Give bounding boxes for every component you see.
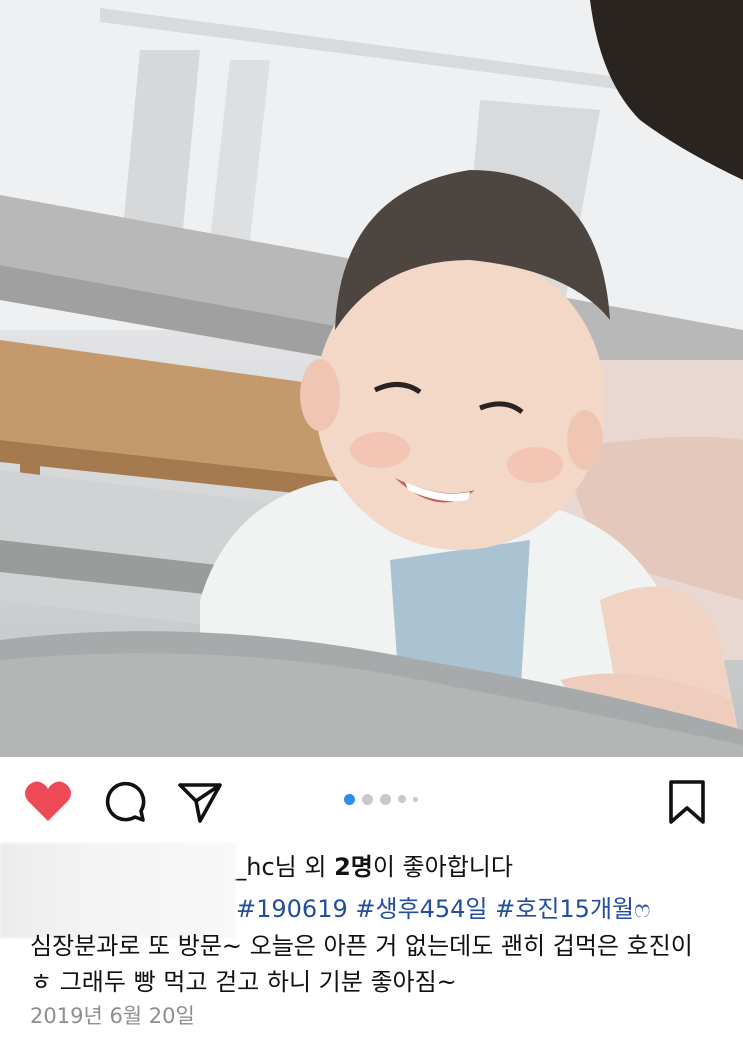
- likes-text-1: 님 외: [274, 853, 335, 881]
- caption-line-2: ㅎ 그래두 빵 먹고 걷고 하니 기분 좋아짐~: [30, 968, 457, 996]
- post-caption: 심장분과로 또 방문~ 오늘은 아픈 거 없는데도 괜히 겁먹은 호진이 ㅎ 그…: [30, 928, 730, 1000]
- likes-summary[interactable]: g_hc님 외 2명이 좋아합니다: [219, 850, 513, 884]
- post-date: 2019년 6월 20일: [30, 1004, 195, 1028]
- carousel-dot: [413, 796, 418, 802]
- carousel-dot: [398, 795, 406, 803]
- likes-text-2: 이 좋아합니다: [372, 853, 513, 881]
- hashtags[interactable]: #190619 #생후454일 #호진15개월ෆ: [236, 892, 650, 926]
- comment-icon[interactable]: [101, 777, 149, 825]
- likes-count[interactable]: 2명: [334, 853, 373, 881]
- carousel-dot: [380, 793, 391, 805]
- send-icon[interactable]: [176, 777, 224, 825]
- bookmark-icon[interactable]: [666, 779, 708, 825]
- carousel-indicator: [344, 793, 418, 805]
- carousel-dot-active: [344, 793, 355, 805]
- blurred-username-overlay: [0, 843, 236, 938]
- caption-line-1: 심장분과로 또 방문~ 오늘은 아픈 거 없는데도 괜히 겁먹은 호진이: [30, 932, 693, 960]
- baby-photo-illustration: [0, 0, 743, 757]
- heart-filled-icon[interactable]: [24, 779, 72, 823]
- carousel-dot: [362, 793, 373, 805]
- post-action-bar: [0, 757, 743, 847]
- post-photo[interactable]: [0, 0, 743, 757]
